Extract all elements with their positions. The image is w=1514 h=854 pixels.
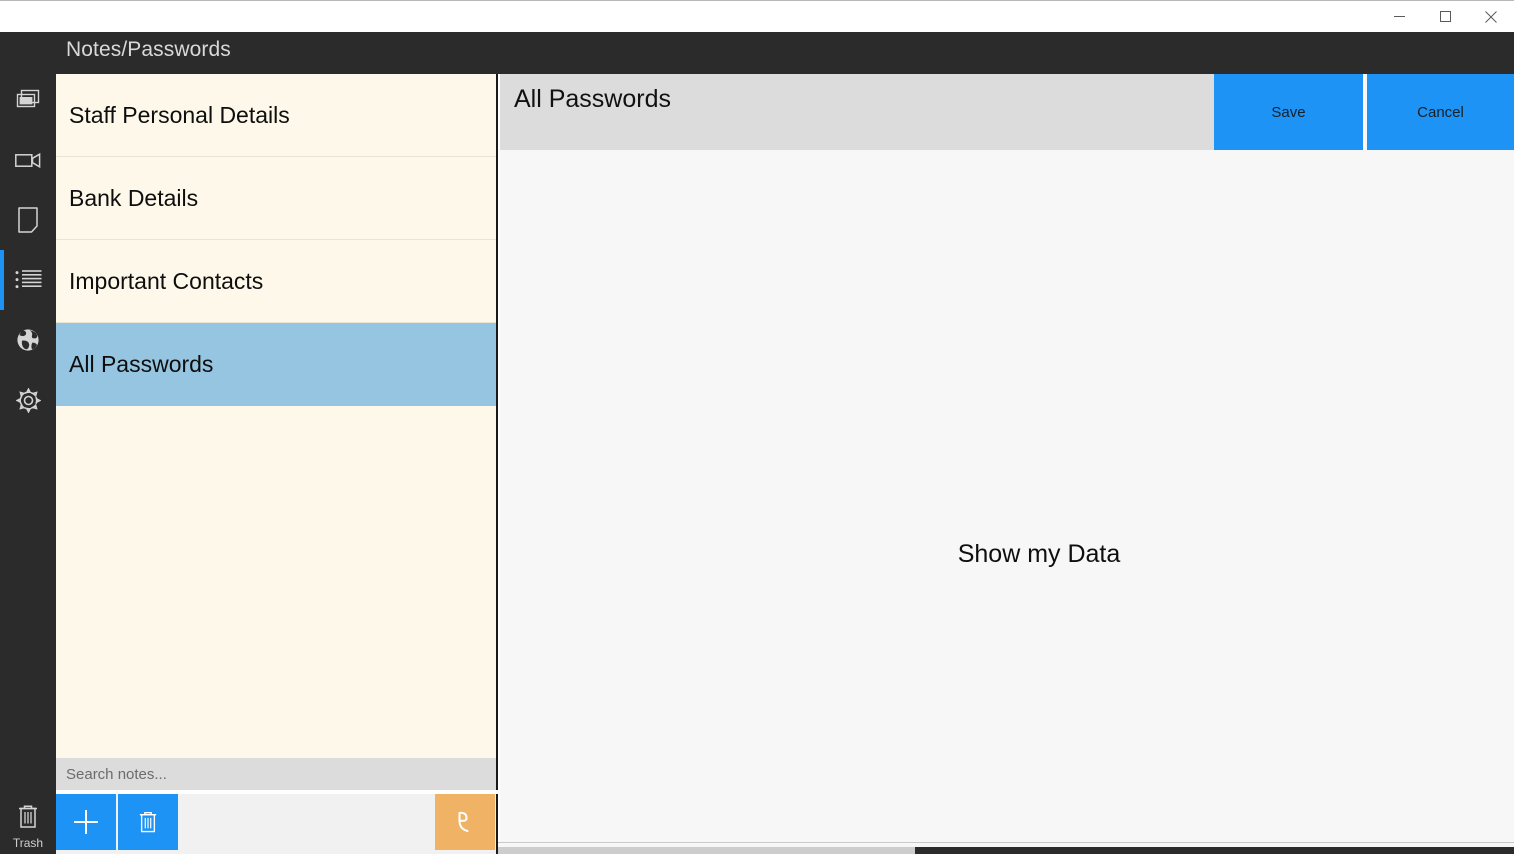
cancel-button[interactable]: Cancel [1367,74,1514,150]
notes-toolbar [56,794,498,854]
list-item[interactable]: Bank Details [56,157,496,240]
editor-header: All Passwords [500,74,1214,150]
sidebar-trash-label: Trash [13,836,43,850]
editor-panel: All Passwords Save Cancel Show my Data [500,74,1514,854]
show-my-data-text: Show my Data [500,540,1514,569]
search-bar [56,758,498,790]
window-titlebar [0,0,1514,32]
sidebar-item-screens[interactable] [0,70,56,130]
scrollbar-thumb[interactable] [915,847,1514,854]
save-button[interactable]: Save [1214,74,1365,150]
notes-list-panel: Staff Personal Details Bank Details Impo… [56,74,498,758]
windows-stack-icon [16,89,40,111]
sidebar-rail: Trash [0,32,56,854]
globe-icon [16,328,40,352]
delete-note-button[interactable] [118,794,178,850]
list-item[interactable]: Staff Personal Details [56,74,496,157]
sidebar-item-settings[interactable] [0,370,56,430]
sidebar-item-notes[interactable] [0,190,56,250]
undo-button[interactable] [435,794,495,850]
window-minimize-button[interactable] [1376,1,1422,32]
plus-icon [73,809,99,835]
horizontal-scrollbar[interactable] [498,842,1514,854]
list-item-label: All Passwords [69,351,213,378]
app-window: Trash Notes/Passwords Staff Personal Det… [0,0,1514,854]
list-item-label: Important Contacts [69,268,263,295]
list-icon [15,270,42,290]
maximize-icon [1440,11,1451,22]
editor-body[interactable]: Show my Data [500,150,1514,838]
window-close-button[interactable] [1468,1,1514,32]
trash-icon [17,804,39,829]
list-item[interactable]: Important Contacts [56,240,496,323]
page-title: Notes/Passwords [66,38,231,62]
sidebar-item-video[interactable] [0,130,56,190]
sidebar-item-list[interactable] [0,250,56,310]
add-note-button[interactable] [56,794,116,850]
close-icon [1485,11,1497,23]
app-header-bar: Notes/Passwords [56,32,1514,74]
sidebar-nav [0,70,56,430]
window-maximize-button[interactable] [1422,1,1468,32]
sidebar-item-web[interactable] [0,310,56,370]
editor-title: All Passwords [514,85,671,114]
list-item-selected[interactable]: All Passwords [56,323,496,406]
list-item-label: Bank Details [69,185,198,212]
note-page-icon [18,207,38,233]
list-item-label: Staff Personal Details [69,102,290,129]
gear-icon [16,388,41,413]
sidebar-trash[interactable]: Trash [0,804,56,850]
minimize-icon [1394,11,1405,22]
undo-arrow-icon [451,808,479,836]
video-camera-icon [15,152,41,169]
search-input[interactable] [56,758,496,790]
trash-icon [138,810,158,834]
notes-list-empty-area [56,406,496,758]
